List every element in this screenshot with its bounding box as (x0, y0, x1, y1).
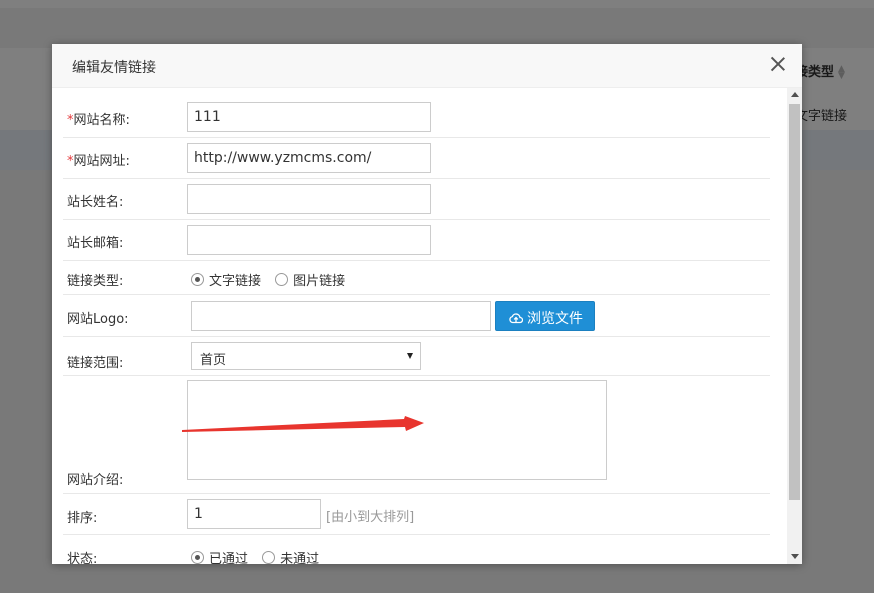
form-row-link-scope: 链接范围: 首页 (63, 337, 770, 376)
link-type-radio-group: 文字链接 图片链接 (191, 270, 355, 289)
owner-name-input[interactable] (187, 184, 431, 214)
site-name-label-text: 网站名称: (73, 113, 130, 128)
form-row-sort: 排序: [由小到大排列] (63, 494, 770, 535)
scroll-up-icon[interactable] (791, 92, 799, 97)
radio-checked-icon[interactable] (191, 273, 204, 286)
form-row-status: 状态: 已通过 未通过 (63, 535, 770, 564)
form-row-owner-name: 站长姓名: (63, 179, 770, 220)
logo-path-input[interactable] (191, 301, 491, 331)
form-row-link-type: 链接类型: 文字链接 图片链接 (63, 261, 770, 295)
site-url-input[interactable] (187, 143, 431, 173)
dialog-title: 编辑友情链接 (72, 60, 156, 76)
intro-label: 网站介绍: (67, 473, 124, 488)
radio-checked-icon[interactable] (191, 551, 204, 564)
sort-label: 排序: (67, 511, 98, 526)
form-row-logo: 网站Logo: 浏览文件 (63, 295, 770, 337)
status-option-approved-label: 已通过 (209, 552, 249, 564)
sort-hint: [由小到大排列] (326, 510, 415, 525)
link-scope-selected: 首页 (200, 353, 227, 368)
link-type-option-image[interactable]: 图片链接 (275, 270, 345, 289)
link-type-option-image-label: 图片链接 (293, 274, 346, 289)
link-scope-select[interactable]: 首页 (191, 342, 421, 370)
status-option-not-approved-label: 未通过 (280, 552, 320, 564)
form-row-site-name: *网站名称: (63, 88, 770, 138)
link-type-label: 链接类型: (67, 274, 124, 289)
link-type-option-text-label: 文字链接 (209, 274, 262, 289)
dialog-scrollbar[interactable] (787, 88, 802, 564)
browse-file-button-content: 浏览文件 (496, 308, 596, 328)
dialog-header: 编辑友情链接 (52, 44, 802, 88)
annotation-arrow-icon (182, 416, 424, 432)
sort-input[interactable] (187, 499, 321, 529)
close-icon[interactable] (770, 56, 786, 72)
browse-file-label: 浏览文件 (527, 311, 583, 327)
status-label: 状态: (67, 552, 98, 564)
scrollbar-thumb[interactable] (789, 104, 800, 500)
cloud-upload-icon (509, 313, 523, 324)
status-radio-group: 已通过 未通过 (191, 548, 329, 564)
radio-unchecked-icon[interactable] (262, 551, 276, 564)
owner-email-input[interactable] (187, 225, 431, 255)
status-option-not-approved[interactable]: 未通过 (262, 548, 319, 564)
link-type-option-text[interactable]: 文字链接 (191, 270, 261, 289)
owner-name-label: 站长姓名: (67, 195, 124, 210)
form-row-site-url: *网站网址: (63, 138, 770, 179)
edit-link-dialog: 编辑友情链接 *网站名称: *网站网址: 站长姓名: 站长邮箱: 链接类型: 文… (52, 44, 802, 564)
site-name-input[interactable] (187, 102, 431, 132)
dialog-body: *网站名称: *网站网址: 站长姓名: 站长邮箱: 链接类型: 文字链接 图片链… (52, 88, 787, 564)
site-url-label-text: 网站网址: (73, 154, 130, 169)
radio-unchecked-icon[interactable] (275, 273, 289, 286)
site-name-label: *网站名称: (67, 109, 130, 128)
chevron-down-icon (407, 353, 413, 359)
logo-label: 网站Logo: (67, 312, 129, 327)
form-row-owner-email: 站长邮箱: (63, 220, 770, 261)
browse-file-button[interactable]: 浏览文件 (495, 301, 595, 331)
site-url-label: *网站网址: (67, 150, 130, 169)
owner-email-label: 站长邮箱: (67, 236, 124, 251)
status-option-approved[interactable]: 已通过 (191, 548, 248, 564)
link-scope-label: 链接范围: (67, 356, 124, 371)
scroll-down-icon[interactable] (791, 554, 799, 559)
